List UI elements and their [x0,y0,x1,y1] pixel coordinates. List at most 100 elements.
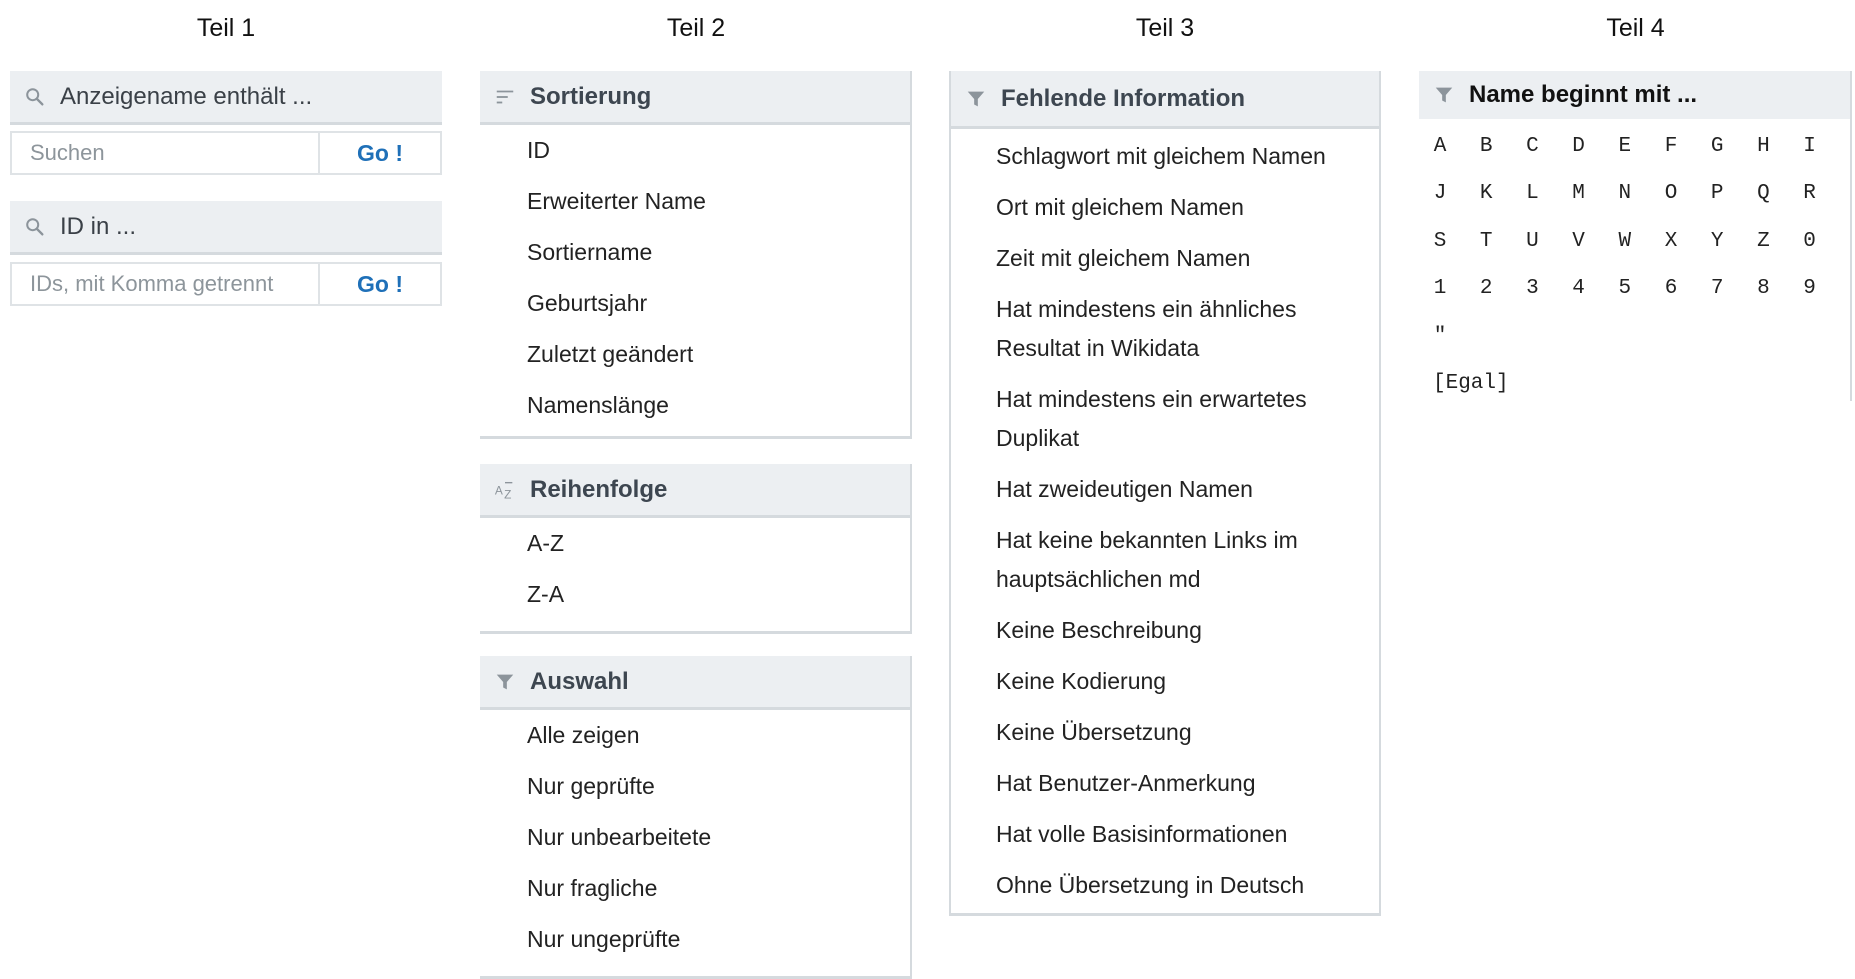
letter-option[interactable]: U [1517,230,1547,253]
search-icon [24,86,46,108]
letter-option[interactable]: 5 [1610,277,1640,300]
column-teil-3: Teil 3 Fehlende Information Schlagwort m… [949,0,1381,979]
sort-option[interactable]: ID [480,131,910,170]
letter-option[interactable]: 0 [1795,230,1825,253]
missing-info-option[interactable]: Hat mindestens ein erwartetes Duplikat [951,380,1379,458]
sort-list: ID Erweiterter Name Sortiername Geburtsj… [480,125,910,425]
order-list: A-Z Z-A [480,518,910,614]
missing-info-option[interactable]: Keine Beschreibung [951,611,1379,650]
letter-option[interactable]: Q [1748,182,1778,205]
letter-option[interactable]: 6 [1656,277,1686,300]
letter-option[interactable]: J [1425,182,1455,205]
letter-option[interactable]: X [1656,230,1686,253]
order-option[interactable]: A-Z [480,524,910,563]
missing-info-line: hauptsächlichen md [996,566,1201,592]
column-teil-4: Teil 4 Name beginnt mit ... ABCDEFGHI JKL… [1419,0,1852,979]
letter-option[interactable]: 9 [1795,277,1825,300]
missing-info-option[interactable]: Hat Benutzer-Anmerkung [951,764,1379,803]
svg-text:A: A [495,483,503,497]
missing-info-option[interactable]: Keine Übersetzung [951,713,1379,752]
sort-option[interactable]: Namenslänge [480,386,910,425]
column-title: Teil 3 [1135,14,1195,42]
name-filter-title: Anzeigename enthält ... [60,82,313,110]
missing-info-option[interactable]: Hat keine bekannten Links im hauptsächli… [951,521,1379,599]
letter-option[interactable]: 1 [1425,277,1455,300]
any-letter-option[interactable]: [Egal] [1433,372,1509,395]
selection-option[interactable]: Alle zeigen [480,716,910,755]
letter-option[interactable]: K [1471,182,1501,205]
missing-info-option[interactable]: Hat mindestens ein ähnliches Resultat in… [951,290,1379,368]
missing-info-line: Hat mindestens ein erwartetes [996,386,1307,412]
letter-option[interactable]: I [1795,135,1825,158]
letter-option[interactable]: H [1748,135,1778,158]
sort-option[interactable]: Geburtsjahr [480,284,910,323]
letter-option[interactable]: S [1425,230,1455,253]
missing-info-option[interactable]: Schlagwort mit gleichem Namen [951,137,1379,176]
filter-funnel-icon [494,671,516,693]
name-starts-title: Name beginnt mit ... [1469,81,1698,108]
name-filter-row: Go ! [10,131,442,175]
name-search-input[interactable] [10,131,318,175]
letter-option[interactable]: 3 [1517,277,1547,300]
missing-info-option[interactable]: Keine Kodierung [951,662,1379,701]
missing-info-option[interactable]: Zeit mit gleichem Namen [951,239,1379,278]
letter-option[interactable]: A [1425,135,1455,158]
missing-info-list: Schlagwort mit gleichem Namen Ort mit gl… [951,129,1379,905]
order-header: AZ Reihenfolge [480,464,910,518]
missing-info-option[interactable]: Hat volle Basisinformationen [951,815,1379,854]
letter-option[interactable]: R [1795,182,1825,205]
id-go-button[interactable]: Go ! [318,262,442,306]
letter-option[interactable]: Y [1702,230,1732,253]
id-list-input[interactable] [10,262,318,306]
name-filter-header: Anzeigename enthält ... [10,71,442,125]
letter-option[interactable]: P [1702,182,1732,205]
letter-option[interactable]: M [1564,182,1594,205]
letter-option[interactable]: D [1564,135,1594,158]
filter-funnel-icon [965,88,987,110]
id-filter-title: ID in ... [60,212,137,240]
letter-option[interactable]: 2 [1471,277,1501,300]
letter-option[interactable]: 7 [1702,277,1732,300]
az-sort-icon: AZ [494,479,516,501]
letter-option[interactable]: 8 [1748,277,1778,300]
letter-option[interactable]: O [1656,182,1686,205]
letter-option[interactable]: L [1517,182,1547,205]
letter-option[interactable]: 4 [1564,277,1594,300]
letter-option[interactable]: F [1656,135,1686,158]
missing-info-line: Hat keine bekannten Links im [996,527,1298,553]
sort-option[interactable]: Sortiername [480,233,910,272]
selection-title: Auswahl [530,667,629,695]
letter-option[interactable]: G [1702,135,1732,158]
missing-info-option[interactable]: Ort mit gleichem Namen [951,188,1379,227]
sort-option[interactable]: Erweiterter Name [480,182,910,221]
missing-info-title: Fehlende Information [1001,84,1246,112]
id-filter-header: ID in ... [10,201,442,255]
column-teil-1: Teil 1 Anzeigename enthält ... Go ! ID i… [10,0,442,979]
sort-option[interactable]: Zuletzt geändert [480,335,910,374]
selection-option[interactable]: Nur ungeprüfte [480,920,910,959]
letter-option[interactable]: Z [1748,230,1778,253]
selection-panel: Auswahl Alle zeigen Nur geprüfte Nur unb… [480,656,912,979]
selection-option[interactable]: Nur geprüfte [480,767,910,806]
letter-option[interactable]: N [1610,182,1640,205]
missing-info-option[interactable]: Hat zweideutigen Namen [951,470,1379,509]
name-filter-panel: Anzeigename enthält ... [10,71,442,125]
sort-header: Sortierung [480,71,910,125]
letter-option[interactable]: C [1517,135,1547,158]
letter-option[interactable]: " [1425,325,1455,348]
letter-option[interactable]: W [1610,230,1640,253]
order-option[interactable]: Z-A [480,575,910,614]
letter-option[interactable]: E [1610,135,1640,158]
name-go-button[interactable]: Go ! [318,131,442,175]
letter-option[interactable]: V [1564,230,1594,253]
missing-info-option[interactable]: Ohne Übersetzung in Deutsch [951,866,1379,905]
missing-info-panel: Fehlende Information Schlagwort mit glei… [949,71,1381,916]
column-title: Teil 4 [1606,14,1665,42]
sort-panel: Sortierung ID Erweiterter Name Sortierna… [480,71,912,439]
letter-option[interactable]: T [1471,230,1501,253]
column-title: Teil 2 [666,14,726,42]
selection-option[interactable]: Nur fragliche [480,869,910,908]
missing-info-line: Duplikat [996,425,1080,451]
letter-option[interactable]: B [1471,135,1501,158]
selection-option[interactable]: Nur unbearbeitete [480,818,910,857]
